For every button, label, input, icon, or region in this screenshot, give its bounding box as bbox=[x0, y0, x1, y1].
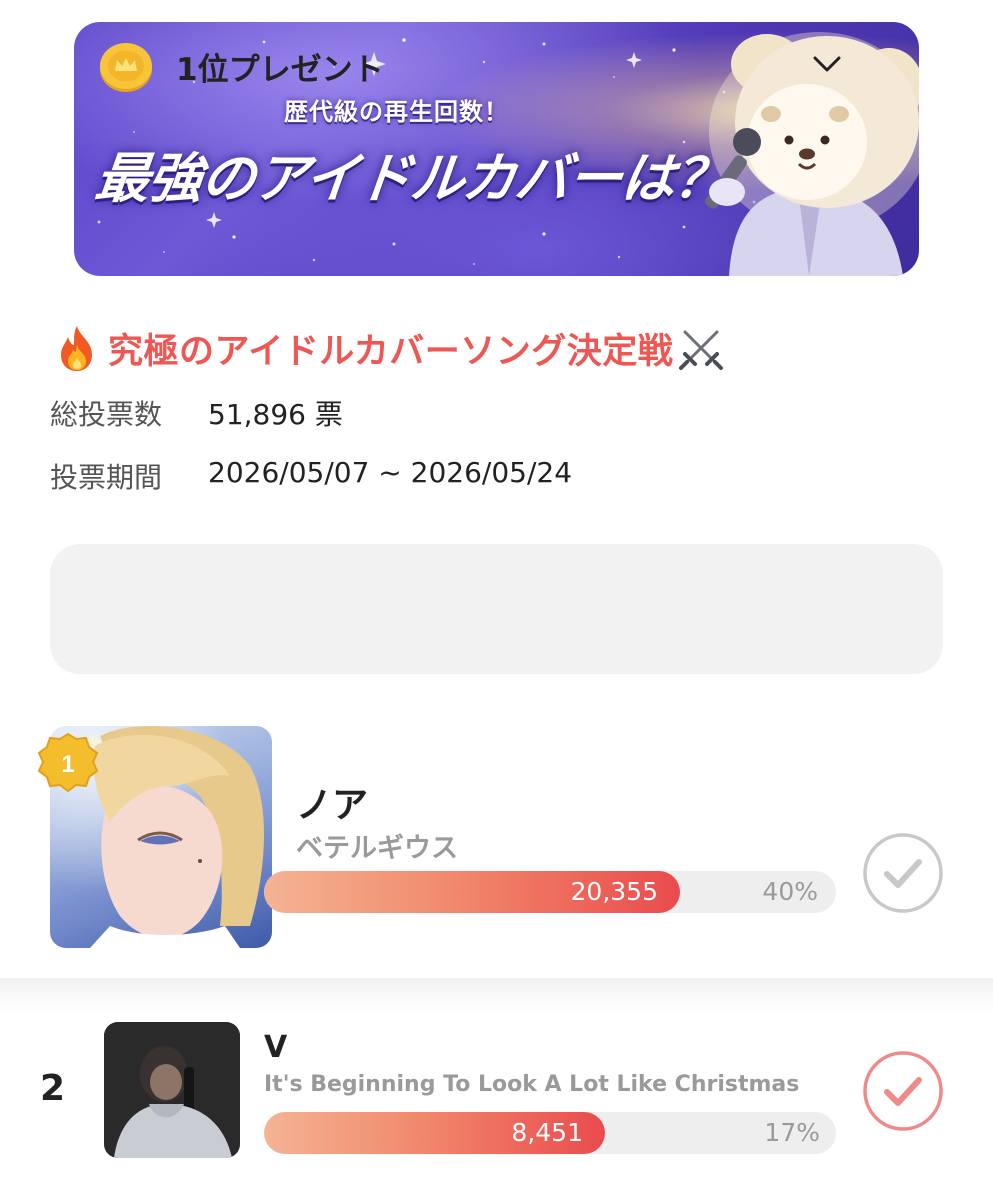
voting-period-row: 投票期間 2026/05/07 ~ 2026/05/24 bbox=[50, 456, 572, 496]
vote-percent: 17% bbox=[764, 1118, 820, 1147]
vote-percent: 40% bbox=[762, 877, 818, 906]
chevron-down-icon[interactable] bbox=[810, 52, 844, 76]
total-votes-label: 総投票数 bbox=[50, 398, 163, 431]
bear-mascot-image bbox=[705, 32, 919, 276]
entry-name: V bbox=[264, 1030, 288, 1065]
first-place-prize-accordion[interactable] bbox=[50, 544, 943, 674]
total-votes-row: 総投票数 51,896 票 bbox=[50, 393, 343, 433]
entry-song-title: It's Beginning To Look A Lot Like Christ… bbox=[264, 1072, 800, 1097]
poll-title: 究極のアイドルカバーソング決定戦 bbox=[108, 331, 674, 372]
rank-1-badge-icon: 1 bbox=[37, 732, 101, 793]
vote-count: 20,355 bbox=[570, 877, 658, 906]
banner-subheading: 歴代級の再生回数！ bbox=[284, 98, 509, 126]
rank-number: 2 bbox=[40, 1068, 66, 1109]
vote-count: 8,451 bbox=[511, 1118, 583, 1147]
total-votes-value: 51,896 票 bbox=[208, 398, 343, 431]
gold-coin-crown-icon bbox=[100, 43, 152, 92]
section-divider bbox=[0, 978, 993, 1014]
vote-check-button[interactable] bbox=[862, 832, 944, 914]
entry-song-title: ベテルギウス bbox=[296, 833, 458, 864]
entry-thumbnail bbox=[104, 1022, 240, 1158]
entry-name: ノア bbox=[296, 785, 369, 826]
banner-headline: 最強のアイドルカバーは？ bbox=[92, 147, 731, 210]
vote-share-bar: 8,451 17% bbox=[264, 1112, 836, 1154]
fire-icon bbox=[61, 326, 92, 371]
vote-share-bar: 20,355 40% bbox=[264, 871, 836, 913]
voting-period-label: 投票期間 bbox=[50, 461, 163, 494]
vote-check-button[interactable] bbox=[862, 1050, 944, 1132]
poll-title-row: 究極のアイドルカバーソング決定戦 bbox=[52, 322, 725, 374]
prize-label: 1位プレゼント bbox=[176, 52, 384, 88]
voting-period-value: 2026/05/07 ~ 2026/05/24 bbox=[208, 456, 573, 489]
crossed-swords-icon bbox=[679, 330, 724, 370]
rank-1-badge-number: 1 bbox=[61, 751, 74, 778]
